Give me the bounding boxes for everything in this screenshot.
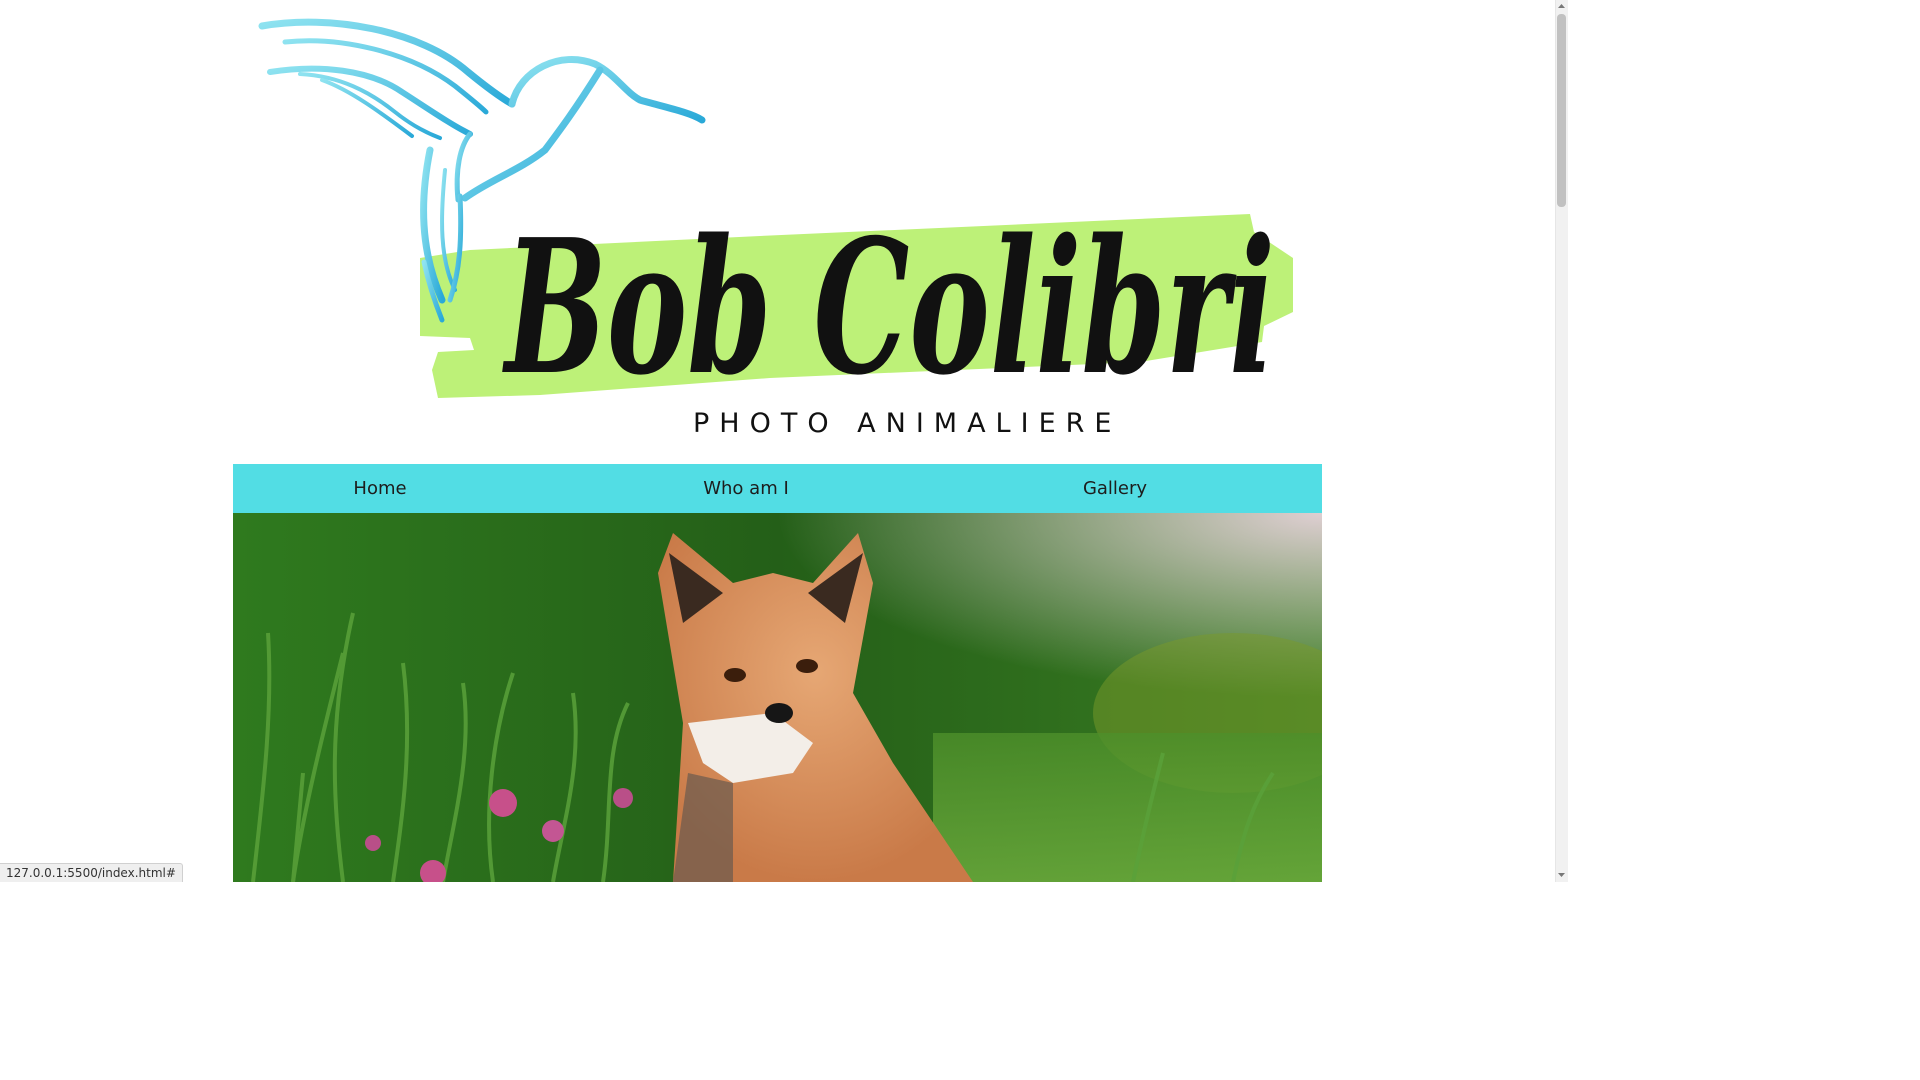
brand-name-text: Bob Colibri: [502, 198, 1275, 416]
nav-who-am-i-link[interactable]: Who am I: [703, 464, 789, 513]
main-nav: Home Who am I Gallery: [233, 464, 1322, 513]
hero-fox-image: [233, 513, 1322, 882]
tagline: PHOTO ANIMALIERE: [693, 408, 1122, 439]
page: Bob Colibri PHOTO ANIMALIERE Home Who am…: [0, 0, 1568, 882]
scroll-down-arrow-icon[interactable]: [1555, 868, 1568, 881]
site-logo[interactable]: Bob Colibri: [0, 0, 1555, 465]
scrollbar-thumb[interactable]: [1557, 14, 1566, 207]
scroll-up-arrow-icon[interactable]: [1555, 0, 1568, 13]
nav-gallery-link[interactable]: Gallery: [1083, 464, 1147, 513]
nav-home-link[interactable]: Home: [353, 464, 406, 513]
status-bar-url: 127.0.0.1:5500/index.html#: [0, 863, 183, 882]
